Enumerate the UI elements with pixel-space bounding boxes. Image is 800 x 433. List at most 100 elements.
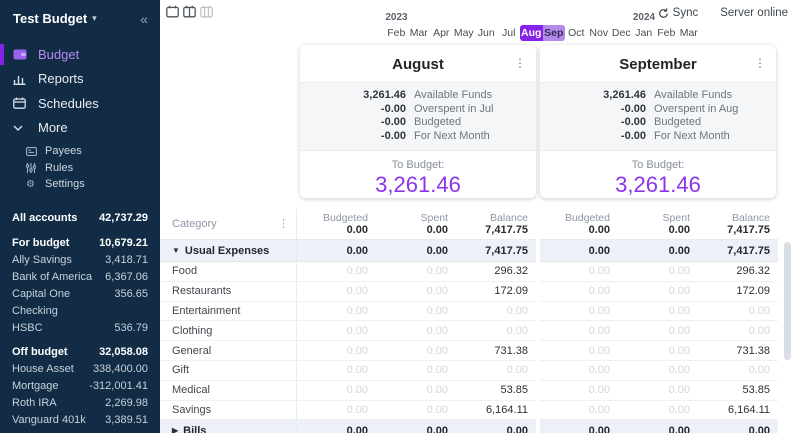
spent-cell[interactable]: 0.00 <box>618 302 698 321</box>
month-button[interactable]: Feb <box>385 25 408 41</box>
scrollbar-thumb[interactable] <box>784 242 791 360</box>
spent-cell[interactable]: 0.00 <box>376 302 456 321</box>
spent-cell[interactable]: 0.00 <box>618 321 698 340</box>
account-item[interactable]: House Asset 338,400.00 <box>12 361 148 378</box>
month-button[interactable]: Sep <box>543 25 566 41</box>
kebab-menu-icon[interactable]: ⋮ <box>278 209 289 239</box>
spent-cell[interactable]: 0.00 <box>618 341 698 360</box>
budget-file-name[interactable]: Test Budget <box>13 11 87 26</box>
spent-cell[interactable]: 0.00 <box>376 282 456 301</box>
budgeted-total[interactable]: 0.00 <box>296 224 368 237</box>
month-button[interactable]: May <box>453 25 476 41</box>
category-name[interactable]: Restaurants <box>160 282 296 301</box>
category-name[interactable]: General <box>160 341 296 360</box>
to-budget-amount[interactable]: 3,261.46 <box>300 172 536 198</box>
account-item[interactable]: Ally Savings 3,418.71 <box>12 252 148 269</box>
month-button[interactable]: Mar <box>678 25 701 41</box>
to-budget-amount[interactable]: 3,261.46 <box>540 172 776 198</box>
spent-cell[interactable]: 0.00 <box>376 361 456 380</box>
budgeted-cell[interactable]: 0.00 <box>540 262 618 281</box>
sidebar-item-payees[interactable]: Payees <box>0 143 160 160</box>
spent-cell[interactable]: 0.00 <box>376 381 456 400</box>
month-button[interactable]: Oct <box>565 25 588 41</box>
month-button[interactable]: Jun <box>475 25 498 41</box>
category-row[interactable]: Entertainment 0.00 0.00 0.00 0.00 0.00 0… <box>160 302 778 322</box>
budget-file-header[interactable]: Test Budget ▾ « <box>0 0 160 32</box>
category-row[interactable]: Savings 0.00 0.00 6,164.11 0.00 0.00 6,1… <box>160 401 778 421</box>
collapse-sidebar-icon[interactable]: « <box>140 13 148 25</box>
month-button[interactable]: Apr <box>430 25 453 41</box>
spent-cell[interactable]: 0.00 <box>376 262 456 281</box>
budgeted-cell[interactable]: 0.00 <box>540 381 618 400</box>
spent-cell[interactable]: 0.00 <box>618 361 698 380</box>
server-status-button[interactable]: Server online <box>720 7 788 19</box>
sidebar-item-budget[interactable]: Budget <box>0 42 160 67</box>
sidebar-item-schedules[interactable]: Schedules <box>0 91 160 116</box>
budgeted-cell[interactable]: 0.00 <box>296 361 376 380</box>
budgeted-cell[interactable]: 0.00 <box>540 401 618 420</box>
spent-cell[interactable]: 0.00 <box>618 381 698 400</box>
category-row[interactable]: Food 0.00 0.00 296.32 0.00 0.00 296.32 <box>160 262 778 282</box>
account-item[interactable]: Bank of America 6,367.06 <box>12 269 148 286</box>
category-name[interactable]: Gift <box>160 361 296 380</box>
month-button[interactable]: Jul <box>498 25 521 41</box>
category-row[interactable]: Gift 0.00 0.00 0.00 0.00 0.00 0.00 <box>160 361 778 381</box>
budgeted-cell[interactable]: 0.00 <box>296 282 376 301</box>
category-group-bills[interactable]: ▶ Bills 0.00 0.00 0.00 0.00 0.00 0.00 <box>160 420 778 433</box>
kebab-menu-icon[interactable]: ⋮ <box>754 57 766 69</box>
budgeted-total[interactable]: 0.00 <box>540 224 610 237</box>
sidebar-item-settings[interactable]: ⚙ Settings <box>0 176 160 193</box>
group-name[interactable]: ▼ Usual Expenses <box>160 240 296 261</box>
category-name[interactable]: Food <box>160 262 296 281</box>
sidebar-item-rules[interactable]: Rules <box>0 160 160 177</box>
month-button[interactable]: Aug <box>520 25 543 41</box>
budgeted-cell[interactable]: 0.00 <box>540 282 618 301</box>
account-group-header[interactable]: Off budget 32,058.08 <box>12 344 148 361</box>
category-name[interactable]: Entertainment <box>160 302 296 321</box>
category-name[interactable]: Medical <box>160 381 296 400</box>
category-name[interactable]: Savings <box>160 401 296 420</box>
triangle-right-icon[interactable]: ▶ <box>172 426 178 433</box>
budgeted-cell[interactable]: 0.00 <box>540 361 618 380</box>
budgeted-cell[interactable]: 0.00 <box>296 321 376 340</box>
month-button[interactable]: Nov <box>588 25 611 41</box>
budgeted-cell[interactable]: 0.00 <box>296 302 376 321</box>
spent-total[interactable]: 0.00 <box>376 224 448 237</box>
budgeted-cell[interactable]: 0.00 <box>540 341 618 360</box>
spent-cell[interactable]: 0.00 <box>618 282 698 301</box>
account-item[interactable]: Capital One Checking 356.65 <box>12 286 148 320</box>
spent-cell[interactable]: 0.00 <box>618 262 698 281</box>
month-count-2-button[interactable] <box>183 5 196 18</box>
budgeted-cell[interactable]: 0.00 <box>540 321 618 340</box>
spent-cell[interactable]: 0.00 <box>376 321 456 340</box>
spent-cell[interactable]: 0.00 <box>376 341 456 360</box>
budgeted-cell[interactable]: 0.00 <box>296 341 376 360</box>
sidebar-more-toggle[interactable]: More <box>0 116 160 141</box>
account-item[interactable]: Mortgage -312,001.41 <box>12 378 148 395</box>
budgeted-cell[interactable]: 0.00 <box>296 262 376 281</box>
category-row[interactable]: Medical 0.00 0.00 53.85 0.00 0.00 53.85 <box>160 381 778 401</box>
category-row[interactable]: General 0.00 0.00 731.38 0.00 0.00 731.3… <box>160 341 778 361</box>
kebab-menu-icon[interactable]: ⋮ <box>514 57 526 69</box>
category-row[interactable]: Restaurants 0.00 0.00 172.09 0.00 0.00 1… <box>160 282 778 302</box>
account-item[interactable]: Vanguard 401k 3,389.51 <box>12 412 148 429</box>
account-item[interactable]: Roth IRA 2,269.98 <box>12 395 148 412</box>
budgeted-cell[interactable]: 0.00 <box>540 302 618 321</box>
category-group-usual-expenses[interactable]: ▼ Usual Expenses 0.00 0.00 7,417.75 0.00… <box>160 240 778 262</box>
spent-total[interactable]: 0.00 <box>618 224 690 237</box>
month-button[interactable]: Dec <box>610 25 633 41</box>
month-button[interactable]: Mar <box>408 25 431 41</box>
month-button[interactable]: Feb <box>655 25 678 41</box>
spent-cell[interactable]: 0.00 <box>376 401 456 420</box>
month-count-3-button[interactable] <box>200 5 213 18</box>
account-group-header[interactable]: For budget 10,679.21 <box>12 235 148 252</box>
month-button[interactable]: Jan <box>633 25 656 41</box>
all-accounts-row[interactable]: All accounts 42,737.29 <box>12 210 148 227</box>
category-row[interactable]: Clothing 0.00 0.00 0.00 0.00 0.00 0.00 <box>160 321 778 341</box>
spent-cell[interactable]: 0.00 <box>618 401 698 420</box>
budgeted-cell[interactable]: 0.00 <box>296 401 376 420</box>
budgeted-cell[interactable]: 0.00 <box>296 381 376 400</box>
month-count-1-button[interactable] <box>166 5 179 18</box>
account-item[interactable]: HSBC 536.79 <box>12 320 148 337</box>
triangle-down-icon[interactable]: ▼ <box>172 246 180 255</box>
